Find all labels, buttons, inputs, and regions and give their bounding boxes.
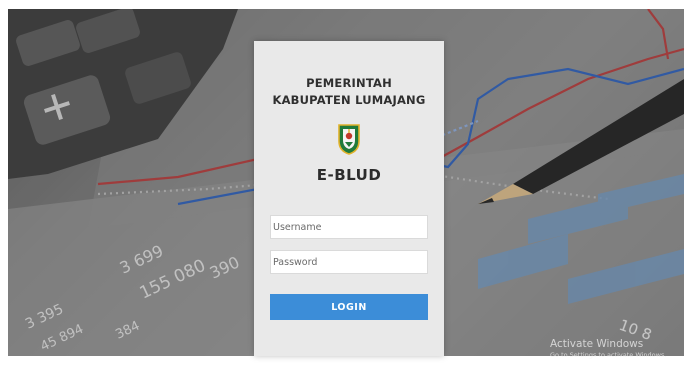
agency-title-line2: KABUPATEN LUMAJANG <box>272 93 426 107</box>
login-panel: PEMERINTAH KABUPATEN LUMAJANG E-BLUD LOG… <box>254 41 444 356</box>
watermark-subtitle: Go to Settings to activate Windows. <box>550 351 667 359</box>
agency-title: PEMERINTAH KABUPATEN LUMAJANG <box>254 75 444 109</box>
regency-emblem-icon <box>338 124 360 155</box>
username-input[interactable] <box>270 215 428 239</box>
agency-title-line1: PEMERINTAH <box>306 76 392 90</box>
login-button[interactable]: LOGIN <box>270 294 428 320</box>
app-name: E-BLUD <box>316 166 382 184</box>
activation-watermark: Activate Windows Go to Settings to activ… <box>550 338 666 360</box>
password-input[interactable] <box>270 250 428 274</box>
watermark-title: Activate Windows <box>550 338 644 350</box>
